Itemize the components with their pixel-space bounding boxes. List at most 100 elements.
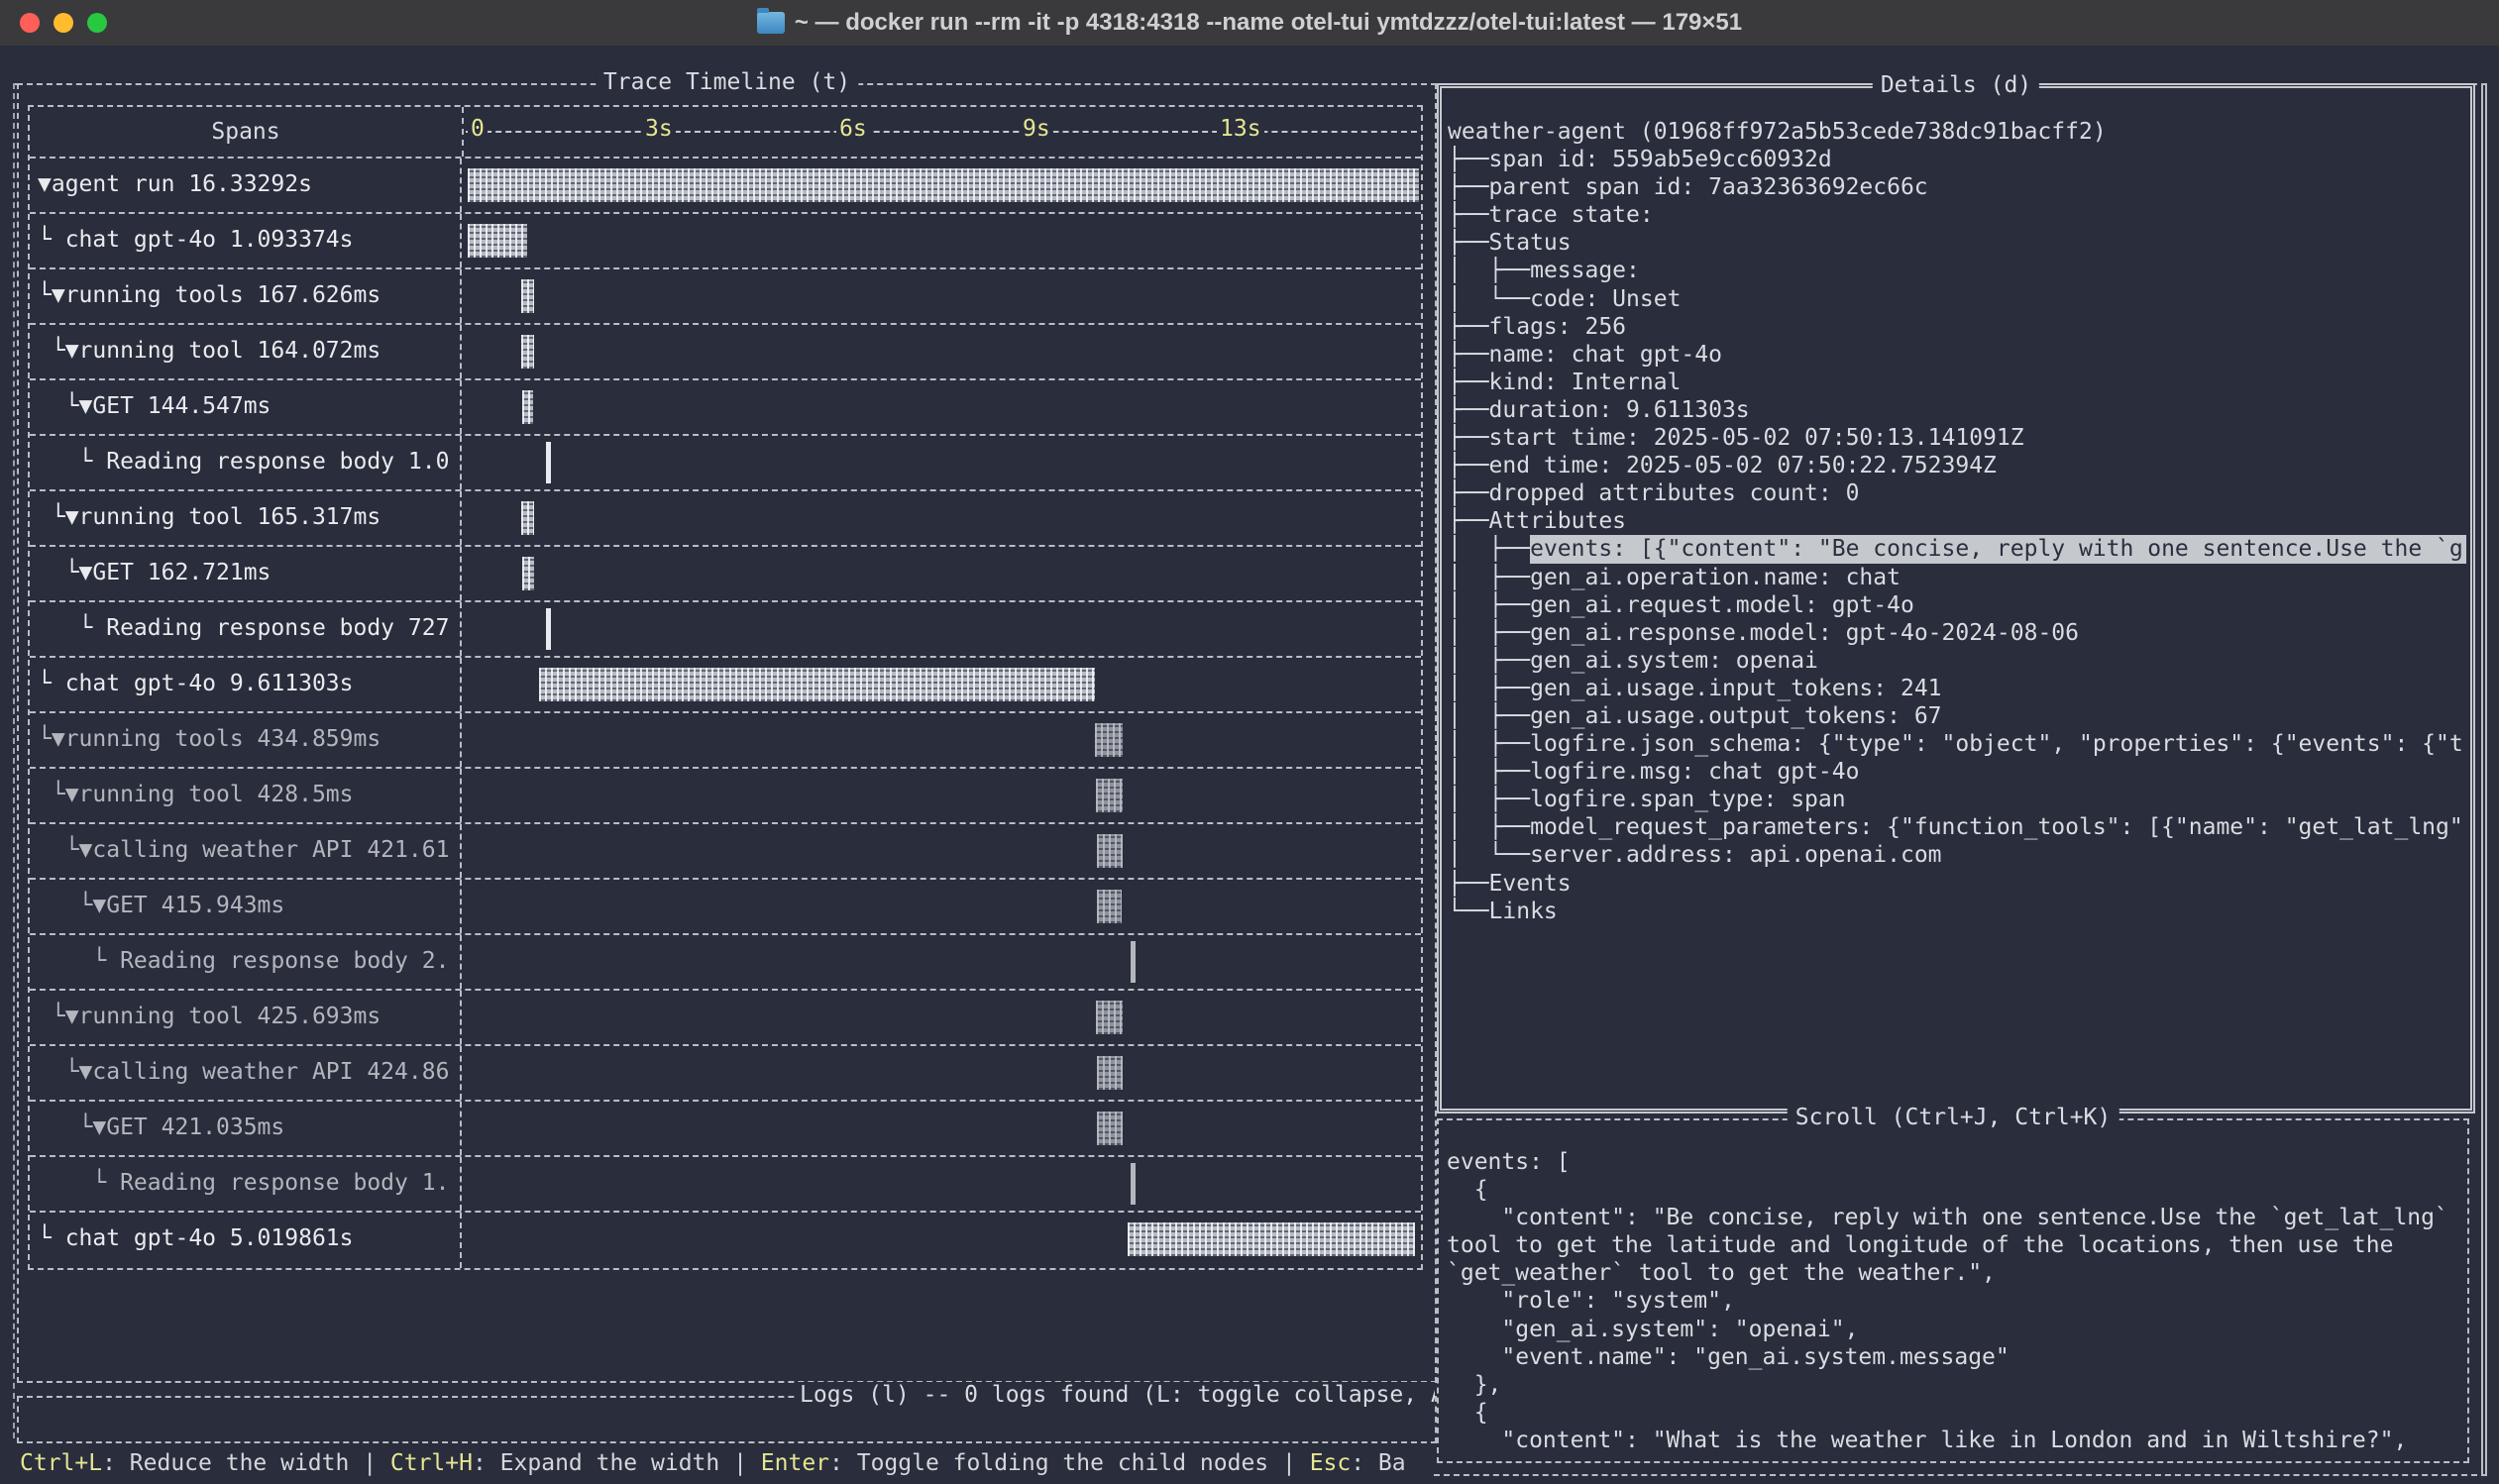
minimize-button[interactable] (54, 13, 73, 33)
details-tree-line[interactable]: │ ├──gen_ai.usage.input_tokens: 241 (1448, 675, 2466, 702)
span-row[interactable]: └▼running tool 428.5ms (30, 769, 1421, 824)
tree-branch-glyph: │ ├── (1448, 257, 1530, 284)
tree-line-text: gen_ai.request.model: gpt-4o (1530, 591, 1914, 619)
tree-branch-glyph: │ ├── (1448, 675, 1530, 702)
span-row[interactable]: └▼running tools 434.859ms (30, 713, 1421, 769)
span-row[interactable]: ▼agent run 16.33292s (30, 159, 1421, 214)
tree-line-text: message: (1530, 257, 1640, 284)
details-tree-line[interactable]: weather-agent (01968ff972a5b53cede738dc9… (1448, 118, 2466, 146)
span-timeline-track (462, 1046, 1421, 1100)
details-tree-line[interactable]: └──Links (1448, 898, 2466, 925)
span-label: └▼calling weather API 421.61 (30, 824, 462, 878)
span-row[interactable]: └▼running tool 164.072ms (30, 325, 1421, 380)
scroll-line: { (1447, 1399, 2463, 1427)
span-row[interactable]: └▼running tools 167.626ms (30, 269, 1421, 325)
details-tree[interactable]: weather-agent (01968ff972a5b53cede738dc9… (1448, 88, 2466, 1105)
trace-timeline-title: Trace Timeline (t) (596, 69, 858, 95)
span-row[interactable]: └▼calling weather API 421.61 (30, 824, 1421, 880)
details-tree-line[interactable]: │ ├──logfire.json_schema: {"type": "obje… (1448, 730, 2466, 758)
tree-branch-glyph: ├── (1448, 201, 1489, 229)
timeline-axis: 03s6s9s13s (464, 107, 1421, 157)
span-row[interactable]: └ Reading response body 1. (30, 1157, 1421, 1213)
span-row[interactable]: └▼GET 144.547ms (30, 380, 1421, 436)
details-tree-line[interactable]: │ ├──logfire.span_type: span (1448, 786, 2466, 813)
close-button[interactable] (20, 13, 40, 33)
details-panel[interactable]: Details (d) weather-agent (01968ff972a5b… (1437, 83, 2475, 1113)
tree-line-text: logfire.msg: chat gpt-4o (1530, 758, 1859, 786)
scroll-line: `get_weather` tool to get the weather.", (1447, 1259, 2463, 1287)
span-duration-bar (539, 668, 1095, 701)
tree-branch-glyph: │ ├── (1448, 535, 1530, 563)
status-key-description: : Toggle folding the child nodes | (829, 1450, 1310, 1476)
spans-table-header: Spans 03s6s9s13s (30, 107, 1421, 159)
status-key-description: : Expand the width | (473, 1450, 761, 1476)
window-title-text: ~ — docker run --rm -it -p 4318:4318 --n… (795, 9, 1742, 37)
details-tree-line[interactable]: │ ├──gen_ai.request.model: gpt-4o (1448, 591, 2466, 619)
tree-branch-glyph: ├── (1448, 507, 1489, 535)
span-label: └▼GET 421.035ms (30, 1102, 462, 1155)
span-duration-bar (1097, 890, 1122, 923)
zoom-button[interactable] (87, 13, 107, 33)
span-row[interactable]: └ Reading response body 2. (30, 935, 1421, 991)
span-row[interactable]: └▼GET 421.035ms (30, 1102, 1421, 1157)
span-label: └▼running tools 434.859ms (30, 713, 462, 767)
span-duration-bar (521, 279, 534, 313)
span-row[interactable]: └▼calling weather API 424.86 (30, 1046, 1421, 1102)
details-tree-line[interactable]: ├──kind: Internal (1448, 369, 2466, 396)
span-row[interactable]: └▼GET 162.721ms (30, 547, 1421, 602)
details-tree-line[interactable]: ├──Events (1448, 870, 2466, 898)
details-tree-line[interactable]: │ └──code: Unset (1448, 285, 2466, 313)
span-row[interactable]: └▼running tool 165.317ms (30, 491, 1421, 547)
details-tree-line[interactable]: │ ├──gen_ai.response.model: gpt-4o-2024-… (1448, 619, 2466, 647)
details-tree-line[interactable]: │ ├──gen_ai.usage.output_tokens: 67 (1448, 702, 2466, 730)
details-tree-line[interactable]: │ ├──message: (1448, 257, 2466, 284)
span-row[interactable]: └▼GET 415.943ms (30, 880, 1421, 935)
tree-line-text: gen_ai.response.model: gpt-4o-2024-08-06 (1530, 619, 2079, 647)
span-duration-bar (1131, 1163, 1136, 1205)
details-tree-line[interactable]: ├──name: chat gpt-4o (1448, 341, 2466, 369)
span-timeline-track (462, 658, 1421, 711)
details-tree-line[interactable]: │ ├──gen_ai.operation.name: chat (1448, 564, 2466, 591)
details-tree-line[interactable]: │ ├──events: [{"content": "Be concise, r… (1448, 535, 2466, 563)
details-tree-line[interactable]: ├──duration: 9.611303s (1448, 396, 2466, 424)
span-label: └ Reading response body 2. (30, 935, 462, 989)
tree-line-text: flags: 256 (1489, 313, 1626, 341)
span-rows: ▼agent run 16.33292s└ chat gpt-4o 1.0933… (30, 159, 1421, 1268)
span-timeline-track (462, 380, 1421, 434)
span-row[interactable]: └ chat gpt-4o 1.093374s (30, 214, 1421, 269)
tree-line-text: name: chat gpt-4o (1489, 341, 1722, 369)
scroll-line: "event.name": "gen_ai.system.message" (1447, 1343, 2463, 1371)
scroll-line: "role": "system", (1447, 1287, 2463, 1315)
scroll-content[interactable]: events: [ { "content": "Be concise, repl… (1447, 1120, 2463, 1459)
span-row[interactable]: └▼running tool 425.693ms (30, 991, 1421, 1046)
details-tree-line[interactable]: ├──Status (1448, 229, 2466, 257)
span-row[interactable]: └ chat gpt-4o 5.019861s (30, 1213, 1421, 1268)
tree-line-text: dropped attributes count: 0 (1489, 479, 1860, 507)
span-timeline-track (462, 1213, 1421, 1268)
details-tree-line[interactable]: ├──span id: 559ab5e9cc60932d (1448, 146, 2466, 173)
span-timeline-track (462, 1102, 1421, 1155)
details-tree-line[interactable]: ├──trace state: (1448, 201, 2466, 229)
tree-line-text: gen_ai.usage.input_tokens: 241 (1530, 675, 1941, 702)
details-tree-line[interactable]: │ ├──logfire.msg: chat gpt-4o (1448, 758, 2466, 786)
details-tree-line[interactable]: │ ├──gen_ai.system: openai (1448, 647, 2466, 675)
details-tree-line[interactable]: │ └──server.address: api.openai.com (1448, 841, 2466, 869)
details-tree-line[interactable]: │ ├──model_request_parameters: {"functio… (1448, 813, 2466, 841)
details-tree-line[interactable]: ├──Attributes (1448, 507, 2466, 535)
span-duration-bar (1097, 1056, 1123, 1090)
details-tree-line[interactable]: ├──parent span id: 7aa32363692ec66c (1448, 173, 2466, 201)
details-tree-line[interactable]: ├──flags: 256 (1448, 313, 2466, 341)
span-label: └▼running tool 425.693ms (30, 991, 462, 1044)
outer-frame-right (2481, 83, 2487, 1474)
span-row[interactable]: └ chat gpt-4o 9.611303s (30, 658, 1421, 713)
details-tree-line[interactable]: ├──end time: 2025-05-02 07:50:22.752394Z (1448, 452, 2466, 479)
span-row[interactable]: └ Reading response body 1.0 (30, 436, 1421, 491)
tree-line-text: logfire.json_schema: {"type": "object", … (1530, 730, 2463, 758)
span-row[interactable]: └ Reading response body 727 (30, 602, 1421, 658)
tree-branch-glyph: │ ├── (1448, 591, 1530, 619)
details-tree-line[interactable]: ├──dropped attributes count: 0 (1448, 479, 2466, 507)
tree-line-text: kind: Internal (1489, 369, 1682, 396)
scroll-panel[interactable]: Scroll (Ctrl+J, Ctrl+K) events: [ { "con… (1437, 1118, 2469, 1463)
logs-panel[interactable]: Logs (l) -- 0 logs found (L: toggle coll… (17, 1396, 1437, 1443)
details-tree-line[interactable]: ├──start time: 2025-05-02 07:50:13.14109… (1448, 424, 2466, 452)
